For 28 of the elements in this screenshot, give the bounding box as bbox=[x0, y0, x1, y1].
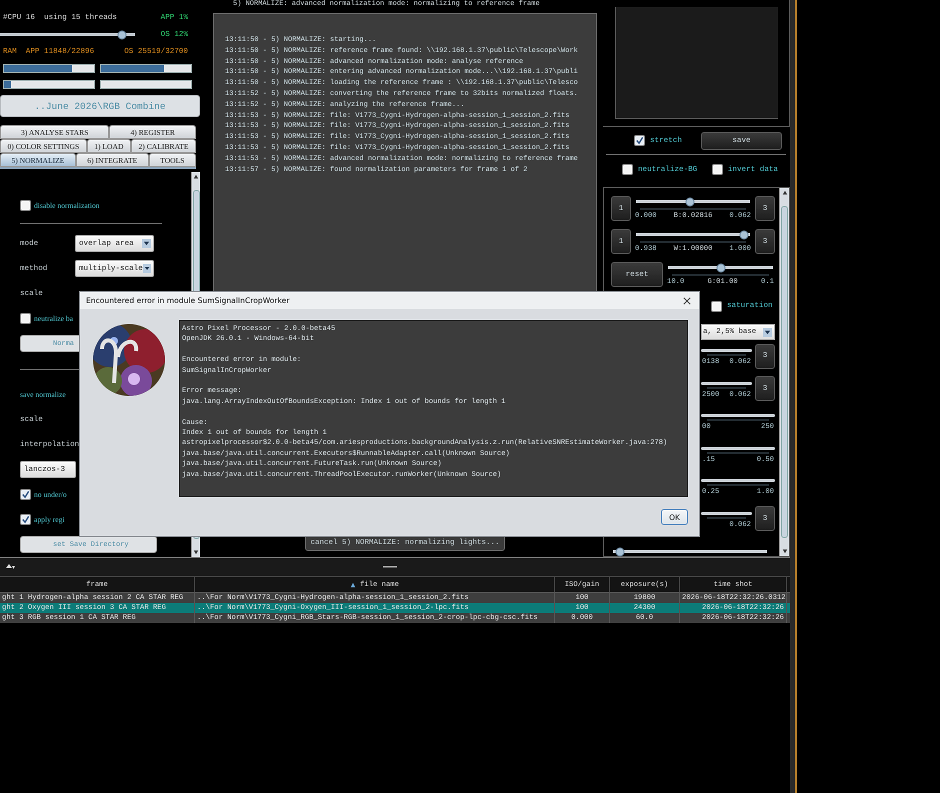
caret-icon bbox=[142, 264, 151, 273]
checkbox[interactable] bbox=[20, 489, 31, 500]
down-arrow-icon bbox=[193, 549, 199, 555]
up-arrow-icon bbox=[193, 174, 199, 180]
slider[interactable] bbox=[636, 230, 750, 239]
up-arrow-icon bbox=[782, 190, 788, 196]
checkbox[interactable] bbox=[20, 514, 31, 525]
checkbox[interactable] bbox=[20, 200, 31, 211]
checkbox[interactable] bbox=[711, 300, 722, 312]
slider[interactable] bbox=[0, 30, 135, 39]
slider-thumb[interactable] bbox=[117, 30, 126, 39]
slider-thumb[interactable] bbox=[740, 230, 749, 239]
checkbox[interactable] bbox=[622, 164, 633, 175]
grip-icon[interactable] bbox=[383, 565, 397, 569]
close-icon[interactable] bbox=[683, 296, 691, 304]
checkbox[interactable] bbox=[20, 313, 31, 324]
collapse-arrows-icon[interactable] bbox=[5, 563, 17, 571]
caret-icon bbox=[763, 328, 772, 336]
checkbox[interactable] bbox=[634, 135, 645, 146]
slider-thumb[interactable] bbox=[685, 197, 694, 206]
slider-thumb[interactable] bbox=[716, 263, 725, 272]
slider[interactable] bbox=[613, 547, 767, 556]
slider-thumb[interactable] bbox=[616, 547, 625, 556]
down-arrow-icon bbox=[782, 548, 788, 554]
sort-ascending-icon bbox=[350, 582, 356, 588]
checkbox[interactable] bbox=[712, 164, 723, 175]
scrollbar[interactable] bbox=[779, 188, 789, 556]
caret-icon bbox=[142, 239, 151, 248]
